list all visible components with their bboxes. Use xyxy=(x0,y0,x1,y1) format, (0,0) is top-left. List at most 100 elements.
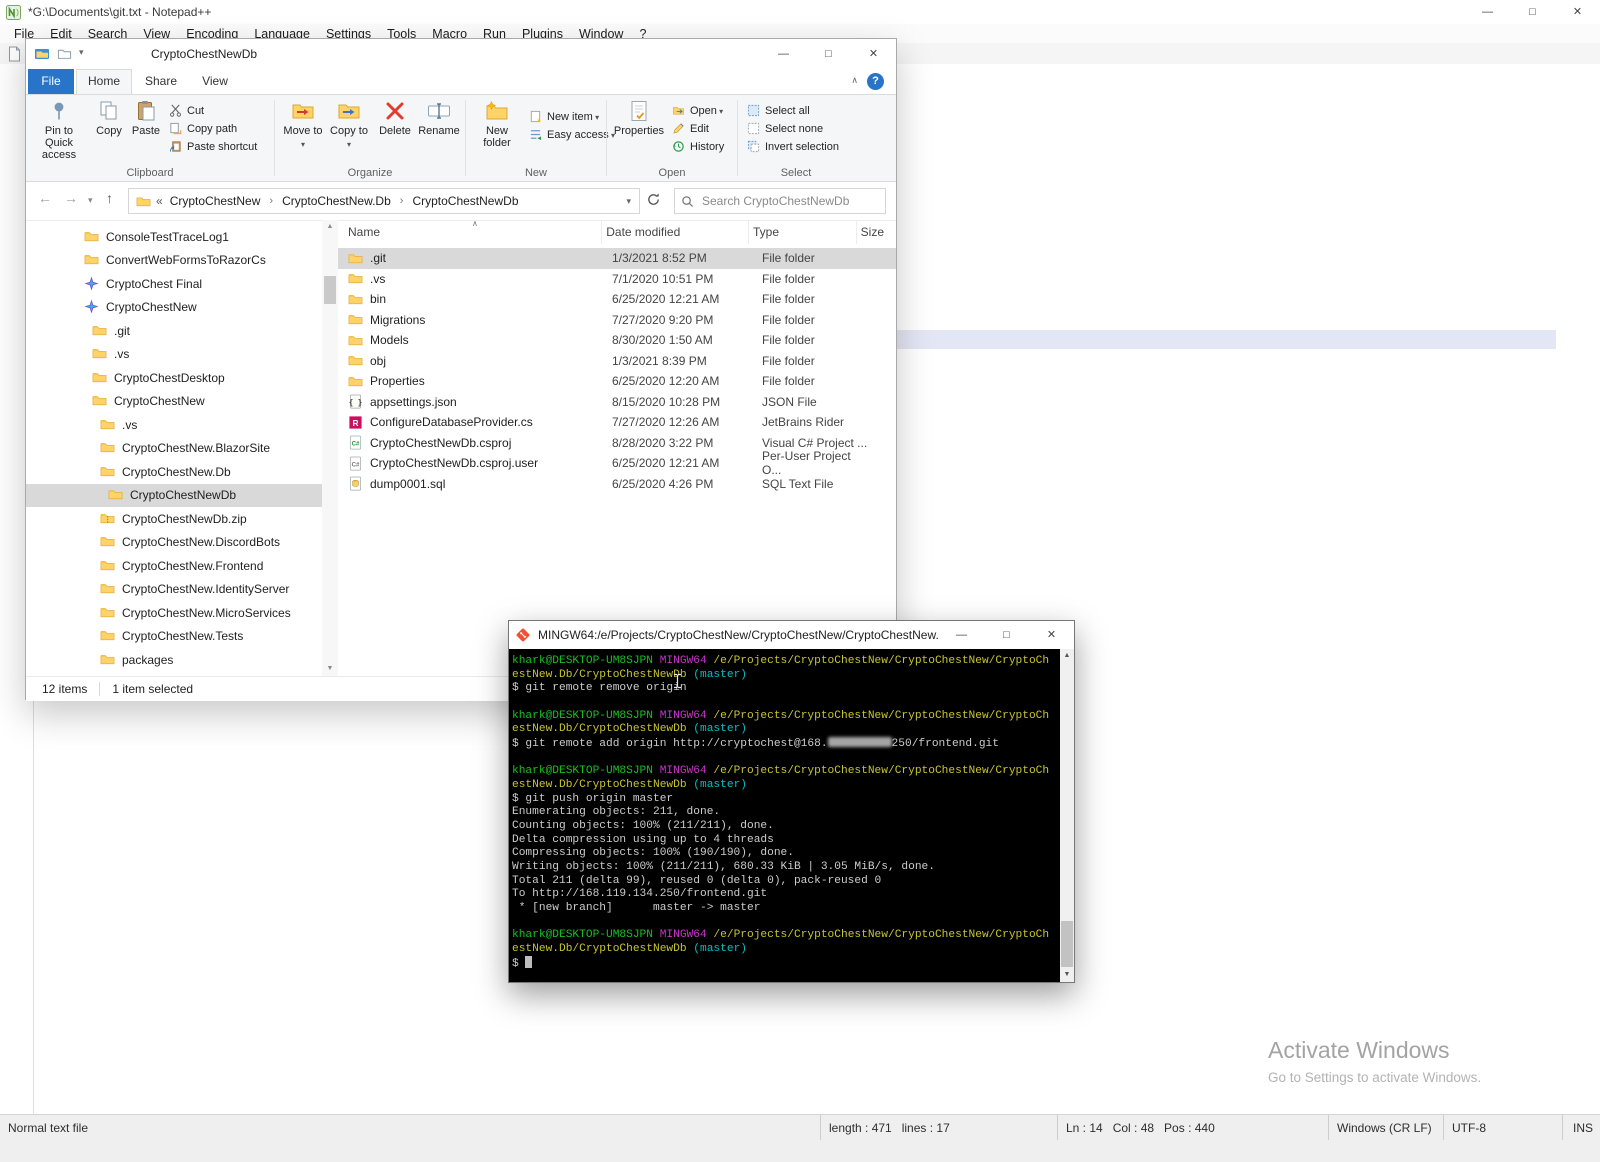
breadcrumb-overflow[interactable]: « xyxy=(156,194,163,208)
statusbar-divider xyxy=(99,682,101,696)
new-item-button[interactable]: New item xyxy=(528,109,615,124)
tab-share[interactable]: Share xyxy=(134,69,188,94)
refresh-icon[interactable] xyxy=(646,192,664,210)
explorer-minimize-button[interactable] xyxy=(761,39,806,69)
tree-item[interactable]: .vs xyxy=(26,343,322,367)
edit-button[interactable]: Edit xyxy=(671,121,724,136)
history-button[interactable]: History xyxy=(671,139,724,154)
file-row[interactable]: .git 1/3/2021 8:52 PM File folder xyxy=(338,248,896,269)
notepad-close-button[interactable] xyxy=(1555,0,1600,24)
properties-button[interactable]: Properties xyxy=(611,98,667,137)
tab-view[interactable]: View xyxy=(190,69,240,94)
tree-item[interactable]: ConsoleTestTraceLog1 xyxy=(26,225,322,249)
copy-button[interactable]: Copy xyxy=(92,98,126,137)
tree-item[interactable]: .git xyxy=(26,319,322,343)
tree-item[interactable]: CryptoChest Final xyxy=(26,272,322,296)
tab-file[interactable]: File xyxy=(28,69,74,94)
column-header-type[interactable]: Type xyxy=(749,220,857,244)
scrollbar-thumb[interactable] xyxy=(1061,921,1073,967)
column-header-size[interactable]: Size xyxy=(857,220,896,244)
tab-home[interactable]: Home xyxy=(76,69,132,94)
tree-item[interactable]: CryptoChestNew.BlazorSite xyxy=(26,437,322,461)
paste-button[interactable]: Paste xyxy=(128,98,164,137)
search-input[interactable] xyxy=(700,193,879,209)
tree-item[interactable]: CryptoChestNew.IdentityServer xyxy=(26,578,322,602)
back-button[interactable] xyxy=(38,191,52,205)
cut-button[interactable]: Cut xyxy=(168,103,257,118)
invert-selection-button[interactable]: Invert selection xyxy=(746,139,839,154)
select-none-button[interactable]: Select none xyxy=(746,121,839,136)
new-file-icon[interactable] xyxy=(7,46,22,62)
file-row[interactable]: R ConfigureDatabaseProvider.cs 7/27/2020 1… xyxy=(338,412,896,433)
file-row[interactable]: Properties 6/25/2020 12:20 AM File folder xyxy=(338,371,896,392)
tree-item[interactable]: packages xyxy=(26,648,322,672)
column-header-name[interactable]: Name xyxy=(344,220,603,244)
tree-item[interactable]: .vs xyxy=(26,413,322,437)
up-button[interactable] xyxy=(106,191,113,205)
terminal-line: $ git remote remove origin xyxy=(512,682,1058,696)
file-row[interactable]: Models 8/30/2020 1:50 AM File folder xyxy=(338,330,896,351)
recent-locations-icon[interactable] xyxy=(88,196,93,205)
terminal-line: estNew.Db/CryptoChestNewDb (master) xyxy=(512,669,1058,683)
file-row[interactable]: bin 6/25/2020 12:21 AM File folder xyxy=(338,289,896,310)
tree-item[interactable]: CryptoChestDesktop xyxy=(26,366,322,390)
explorer-close-button[interactable] xyxy=(851,39,896,69)
terminal-text: (master) xyxy=(693,668,747,681)
terminal-close-button[interactable] xyxy=(1029,621,1074,649)
scroll-up-icon[interactable] xyxy=(1060,649,1074,663)
breadcrumb-item[interactable]: CryptoChestNewDb xyxy=(410,194,520,208)
ribbon-group-new: New folder New item Easy access New xyxy=(466,95,609,181)
pin-to-quick-access-button[interactable]: Pin to Quick access xyxy=(30,98,88,161)
collapse-ribbon-icon[interactable] xyxy=(851,76,858,85)
file-row[interactable]: C# CryptoChestNewDb.csproj.user 6/25/2020 … xyxy=(338,449,896,477)
move-to-button[interactable]: Move to xyxy=(281,98,325,151)
easy-access-button[interactable]: Easy access xyxy=(528,127,615,142)
forward-button[interactable] xyxy=(64,191,78,205)
breadcrumb-item[interactable]: CryptoChestNew.Db xyxy=(280,194,393,208)
delete-button[interactable]: Delete xyxy=(375,98,415,137)
scrollbar-thumb[interactable] xyxy=(324,276,336,304)
tree-item[interactable]: CryptoChestNew xyxy=(26,390,322,414)
folder-icon xyxy=(136,194,151,209)
new-folder-button[interactable]: New folder xyxy=(472,98,522,149)
tree-item[interactable]: CryptoChestNew.Tests xyxy=(26,625,322,649)
scroll-up-icon[interactable] xyxy=(322,220,338,234)
terminal-screen[interactable]: khark@DESKTOP-UM8SJPN MINGW64 /e/Project… xyxy=(509,649,1074,982)
tree-item[interactable]: CryptoChestNewDb xyxy=(26,483,322,507)
file-row[interactable]: .vs 7/1/2020 10:51 PM File folder xyxy=(338,269,896,290)
address-bar[interactable]: « CryptoChestNew › CryptoChestNew.Db › Crypt… xyxy=(128,188,640,214)
tree-item[interactable]: CryptoChestNew.DiscordBots xyxy=(26,531,322,555)
file-row[interactable]: dump0001.sql 6/25/2020 4:26 PM SQL Text Fi… xyxy=(338,474,896,495)
tree-item[interactable]: CryptoChestNew.MicroServices xyxy=(26,601,322,625)
tree-item[interactable]: ConvertWebFormsToRazorCs xyxy=(26,249,322,273)
file-row[interactable]: obj 1/3/2021 8:39 PM File folder xyxy=(338,351,896,372)
copy-to-button[interactable]: Copy to xyxy=(327,98,371,151)
explorer-maximize-button[interactable] xyxy=(806,39,851,69)
file-row[interactable]: Migrations 7/27/2020 9:20 PM File folder xyxy=(338,310,896,331)
file-row[interactable]: { } appsettings.json 8/15/2020 10:28 PM JSO… xyxy=(338,392,896,413)
breadcrumb-item[interactable]: CryptoChestNew xyxy=(168,194,263,208)
tree-item[interactable]: CryptoChestNew.Frontend xyxy=(26,554,322,578)
select-all-button[interactable]: Select all xyxy=(746,103,839,118)
open-button[interactable]: Open xyxy=(671,103,724,118)
terminal-minimize-button[interactable] xyxy=(939,621,984,649)
column-header-date-modified[interactable]: Date modified xyxy=(602,220,749,244)
qat-dropdown-icon[interactable] xyxy=(79,48,95,64)
tree-scrollbar[interactable] xyxy=(322,220,338,676)
file-name-cell: obj xyxy=(344,353,608,368)
scroll-down-icon[interactable] xyxy=(1060,968,1074,982)
rename-button[interactable]: Rename xyxy=(417,98,461,137)
tree-item[interactable]: CryptoChestNew.Db xyxy=(26,460,322,484)
help-icon[interactable] xyxy=(867,73,884,90)
notepad-maximize-button[interactable] xyxy=(1510,0,1555,24)
quick-access-toolbar-icon[interactable] xyxy=(57,46,73,62)
tree-item[interactable]: CryptoChestNewDb.zip xyxy=(26,507,322,531)
address-dropdown-icon[interactable] xyxy=(626,197,635,206)
copy-path-button[interactable]: Copy path xyxy=(168,121,257,136)
scroll-down-icon[interactable] xyxy=(322,662,338,676)
notepad-minimize-button[interactable] xyxy=(1465,0,1510,24)
terminal-scrollbar[interactable] xyxy=(1060,649,1074,982)
terminal-maximize-button[interactable] xyxy=(984,621,1029,649)
paste-shortcut-button[interactable]: Paste shortcut xyxy=(168,139,257,154)
tree-item[interactable]: CryptoChestNew xyxy=(26,296,322,320)
